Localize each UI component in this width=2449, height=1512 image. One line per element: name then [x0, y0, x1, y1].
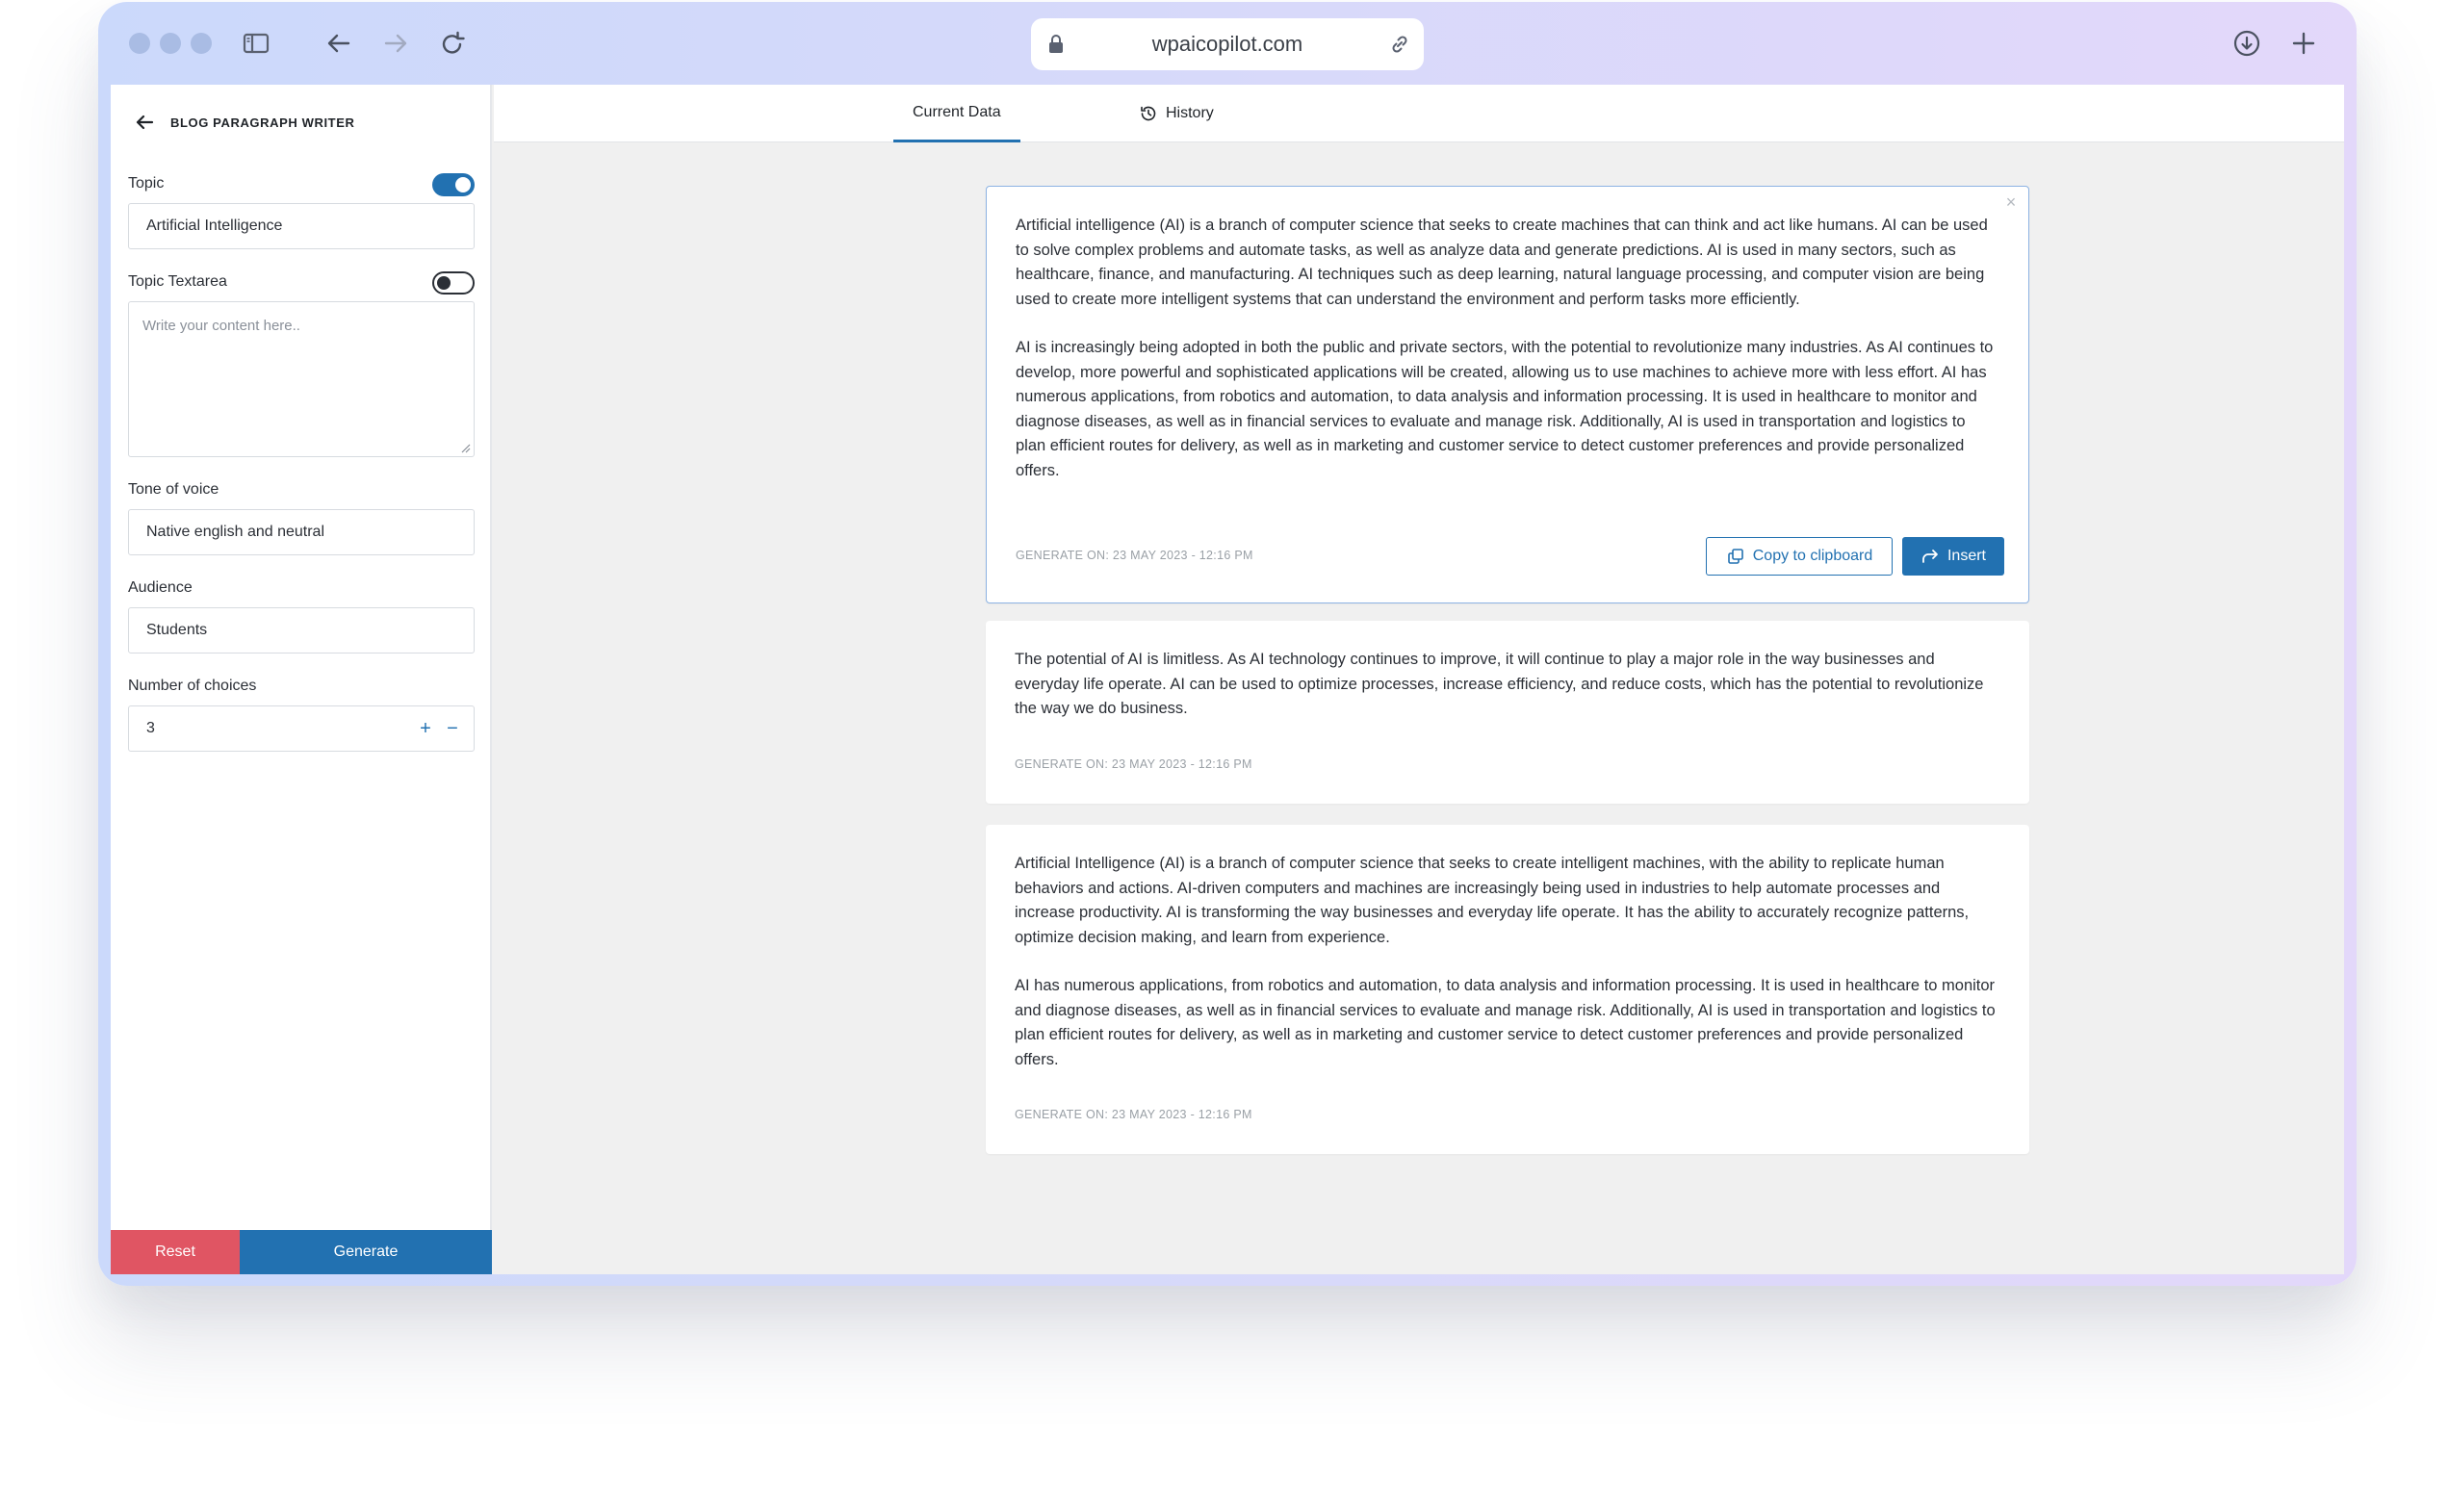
- tone-input[interactable]: Native english and neutral: [128, 509, 475, 555]
- window-close-dot-icon[interactable]: [129, 33, 150, 54]
- choices-stepper[interactable]: 3 + −: [128, 705, 475, 752]
- topic-value: Artificial Intelligence: [146, 218, 283, 234]
- insert-label: Insert: [1946, 548, 1986, 564]
- tab-current-data[interactable]: Current Data: [893, 85, 1020, 142]
- download-icon[interactable]: [2230, 26, 2264, 61]
- generated-timestamp: GENERATE ON: 23 MAY 2023 - 12:16 PM: [1015, 1108, 1252, 1121]
- window-zoom-dot-icon[interactable]: [191, 33, 212, 54]
- decrement-button[interactable]: −: [443, 719, 462, 738]
- copy-icon: [1727, 549, 1743, 564]
- result-paragraph: The potential of AI is limitless. As AI …: [1015, 651, 1984, 717]
- copy-label: Copy to clipboard: [1752, 548, 1873, 564]
- topic-label: Topic: [128, 175, 165, 192]
- audience-value: Students: [146, 622, 208, 638]
- topic-input[interactable]: Artificial Intelligence: [128, 203, 475, 249]
- audience-input[interactable]: Students: [128, 607, 475, 653]
- tone-value: Native english and neutral: [146, 524, 325, 540]
- topic-textarea-placeholder: Write your content here..: [142, 318, 300, 334]
- insert-arrow-icon: [1922, 550, 1938, 563]
- page-content: BLOG PARAGRAPH WRITER Topic Artificial I…: [111, 85, 2344, 1274]
- back-arrow-icon[interactable]: [132, 110, 157, 135]
- settings-sidebar: BLOG PARAGRAPH WRITER Topic Artificial I…: [111, 85, 492, 1274]
- link-icon[interactable]: [1387, 32, 1412, 57]
- audience-label: Audience: [128, 579, 193, 596]
- result-paragraph: Artificial intelligence (AI) is a branch…: [1016, 217, 1988, 308]
- result-paragraph: Artificial Intelligence (AI) is a branch…: [1015, 855, 1970, 946]
- address-bar[interactable]: wpaicopilot.com: [1031, 18, 1424, 70]
- tone-label: Tone of voice: [128, 481, 219, 498]
- tab-current-data-label: Current Data: [913, 103, 1001, 120]
- topic-textarea-label: Topic Textarea: [128, 273, 227, 290]
- result-paragraph: AI is increasingly being adopted in both…: [1016, 339, 1994, 479]
- topic-textarea[interactable]: Write your content here..: [128, 301, 475, 457]
- lock-icon: [1049, 35, 1063, 53]
- back-arrow-icon[interactable]: [322, 26, 356, 61]
- insert-button[interactable]: Insert: [1902, 537, 2004, 576]
- new-tab-icon[interactable]: [2286, 26, 2321, 61]
- topic-textarea-toggle[interactable]: [432, 271, 475, 295]
- tab-history[interactable]: History: [1139, 85, 1214, 142]
- choices-value: 3: [146, 720, 155, 736]
- reload-icon[interactable]: [435, 26, 470, 61]
- resize-grip-icon[interactable]: [459, 442, 471, 453]
- url-text: wpaicopilot.com: [1151, 32, 1303, 56]
- tab-bar: Current Data History: [494, 85, 2344, 142]
- topic-toggle[interactable]: [432, 173, 475, 196]
- forward-arrow-icon[interactable]: [378, 26, 413, 61]
- history-icon: [1141, 106, 1156, 121]
- sidebar-toggle-icon[interactable]: [239, 26, 273, 61]
- reset-button[interactable]: Reset: [111, 1230, 240, 1274]
- generated-timestamp: GENERATE ON: 23 MAY 2023 - 12:16 PM: [1016, 549, 1253, 562]
- generated-timestamp: GENERATE ON: 23 MAY 2023 - 12:16 PM: [1015, 757, 1252, 771]
- generate-button[interactable]: Generate: [240, 1230, 492, 1274]
- choices-label: Number of choices: [128, 678, 257, 694]
- tab-history-label: History: [1166, 105, 1214, 121]
- sidebar-title: BLOG PARAGRAPH WRITER: [170, 115, 355, 130]
- result-card[interactable]: × Artificial intelligence (AI) is a bran…: [986, 186, 2029, 603]
- close-icon[interactable]: ×: [2003, 193, 2019, 211]
- result-card[interactable]: Artificial Intelligence (AI) is a branch…: [986, 825, 2029, 1154]
- result-card[interactable]: The potential of AI is limitless. As AI …: [986, 621, 2029, 804]
- browser-window: wpaicopilot.com BLOG PARAGRAPH WRITER To…: [98, 2, 2357, 1286]
- increment-button[interactable]: +: [416, 719, 435, 738]
- browser-toolbar: wpaicopilot.com: [98, 2, 2357, 85]
- sidebar-header[interactable]: BLOG PARAGRAPH WRITER: [132, 108, 354, 137]
- window-minimize-dot-icon[interactable]: [160, 33, 181, 54]
- result-paragraph: AI has numerous applications, from robot…: [1015, 977, 1996, 1068]
- copy-to-clipboard-button[interactable]: Copy to clipboard: [1706, 537, 1893, 576]
